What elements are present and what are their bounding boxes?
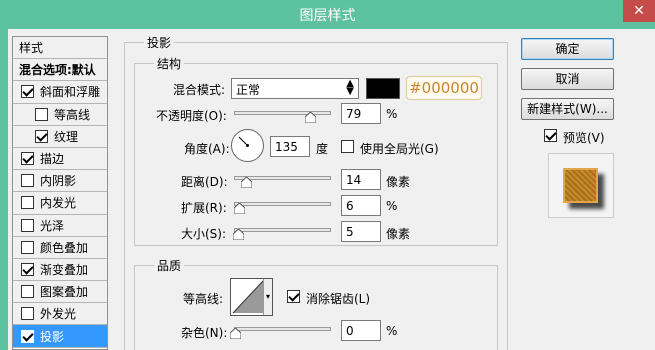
angle-unit: 度 — [316, 142, 329, 156]
spread-slider-thumb[interactable] — [234, 203, 245, 214]
style-item-outer-glow[interactable]: 外发光 — [13, 303, 107, 326]
quality-title: 品质 — [154, 257, 185, 274]
style-item-label: 描边 — [40, 152, 65, 167]
title-bar: 图层样式 ✕ — [0, 0, 655, 29]
style-item-label: 外发光 — [40, 307, 77, 322]
satin-checkbox[interactable] — [21, 218, 34, 232]
style-item-label: 光泽 — [40, 218, 65, 233]
inner-glow-checkbox[interactable] — [21, 196, 34, 210]
style-item-satin[interactable]: 光泽 — [13, 214, 107, 237]
style-item-bevel[interactable]: 斜面和浮雕 — [13, 81, 107, 104]
spread-input[interactable]: 6 — [341, 195, 381, 216]
style-item-label: 内阴影 — [40, 174, 77, 189]
opacity-label: 不透明度(O): — [156, 109, 227, 123]
style-item-label: 图案叠加 — [40, 285, 89, 300]
noise-unit: % — [386, 324, 398, 338]
style-item-texture[interactable]: 纹理 — [13, 125, 107, 148]
preview-swatch — [563, 168, 598, 203]
spread-slider[interactable] — [234, 202, 331, 206]
window-title: 图层样式 — [299, 8, 356, 24]
texture-checkbox[interactable] — [35, 129, 48, 143]
style-item-pattern-overlay[interactable]: 图案叠加 — [13, 281, 107, 304]
contour-dropdown-arrow-icon[interactable]: ▾ — [263, 279, 272, 315]
size-unit: 像素 — [386, 227, 411, 241]
spread-unit: % — [386, 199, 398, 213]
angle-label: 角度(A): — [184, 142, 230, 156]
preview-label: 预览(V) — [563, 131, 605, 145]
distance-unit: 像素 — [386, 175, 411, 189]
global-light-checkbox[interactable] — [341, 140, 354, 153]
style-item-label: 渐变叠加 — [40, 262, 89, 277]
drop-shadow-checkbox[interactable] — [21, 329, 34, 343]
bevel-checkbox[interactable] — [21, 85, 34, 99]
style-item-inner-shadow[interactable]: 内阴影 — [13, 170, 107, 193]
style-item-inner-glow[interactable]: 内发光 — [13, 192, 107, 215]
style-item-label: 内发光 — [40, 196, 77, 211]
style-item-contour[interactable]: 等高线 — [13, 103, 107, 126]
pattern-overlay-checkbox[interactable] — [21, 285, 34, 299]
stroke-checkbox[interactable] — [21, 152, 34, 166]
ok-button[interactable]: 确定 — [521, 38, 614, 60]
style-item-gradient-overlay[interactable]: 渐变叠加 — [13, 258, 107, 282]
distance-slider-thumb[interactable] — [241, 177, 252, 188]
style-item-label: 斜面和浮雕 — [40, 85, 101, 100]
spread-label: 扩展(R): — [181, 201, 227, 215]
updown-arrows-icon: ▲ ▼ — [346, 78, 354, 97]
style-item-label: 等高线 — [54, 107, 91, 122]
style-item-drop-shadow[interactable]: 投影 — [13, 325, 107, 348]
style-item-color-overlay[interactable]: 颜色叠加 — [13, 236, 107, 259]
global-light-label: 使用全局光(G) — [360, 142, 439, 156]
antialias-checkbox[interactable] — [287, 290, 300, 303]
antialias-label: 消除锯齿(L) — [306, 292, 371, 306]
opacity-slider[interactable] — [234, 111, 331, 115]
gradient-overlay-checkbox[interactable] — [21, 262, 34, 276]
contour-picker[interactable]: ▾ — [230, 278, 273, 316]
style-item-label: 颜色叠加 — [40, 240, 89, 255]
opacity-slider-thumb[interactable] — [305, 112, 316, 123]
close-button[interactable]: ✕ — [623, 0, 655, 22]
distance-input[interactable]: 14 — [341, 169, 381, 190]
opacity-input[interactable]: 79 — [341, 103, 381, 124]
drop-shadow-title: 投影 — [144, 34, 175, 51]
blend-mode-label: 混合模式: — [173, 83, 226, 97]
new-style-button[interactable]: 新建样式(W)... — [521, 98, 614, 120]
size-slider[interactable] — [234, 228, 331, 232]
contour-label: 等高线: — [183, 292, 224, 306]
style-item-stroke[interactable]: 描边 — [13, 147, 107, 171]
size-input[interactable]: 5 — [341, 221, 381, 242]
noise-input[interactable]: 0 — [341, 320, 381, 341]
style-list: 样式 混合选项:默认 斜面和浮雕 等高线 纹理 描边 内阴影 内发光 光泽 颜色… — [12, 36, 108, 350]
shadow-color-swatch[interactable] — [366, 78, 400, 99]
color-hex-label: #000000 — [406, 76, 482, 100]
noise-label: 杂色(N): — [181, 326, 228, 340]
distance-label: 距离(D): — [181, 175, 228, 189]
style-item-label: 纹理 — [54, 129, 79, 144]
size-label: 大小(S): — [181, 227, 227, 241]
blend-mode-select[interactable]: 正常 ▲ ▼ — [231, 78, 359, 99]
style-item-label: 投影 — [40, 329, 65, 344]
blend-options-item[interactable]: 混合选项:默认 — [13, 59, 107, 82]
style-list-header[interactable]: 样式 — [13, 37, 107, 60]
outer-glow-checkbox[interactable] — [21, 307, 34, 321]
cancel-button[interactable]: 取消 — [521, 68, 614, 90]
noise-slider[interactable] — [234, 327, 331, 331]
angle-input[interactable]: 135 — [270, 136, 310, 157]
preview-thumbnail — [548, 153, 614, 218]
inner-shadow-checkbox[interactable] — [21, 174, 34, 188]
contour-checkbox[interactable] — [35, 107, 48, 121]
blend-mode-value: 正常 — [236, 83, 261, 97]
structure-title: 结构 — [154, 55, 185, 72]
preview-checkbox[interactable] — [544, 129, 557, 142]
color-overlay-checkbox[interactable] — [21, 240, 34, 254]
size-slider-thumb[interactable] — [233, 229, 244, 240]
opacity-unit: % — [386, 107, 398, 121]
angle-dial[interactable] — [231, 129, 264, 162]
noise-slider-thumb[interactable] — [230, 328, 241, 339]
